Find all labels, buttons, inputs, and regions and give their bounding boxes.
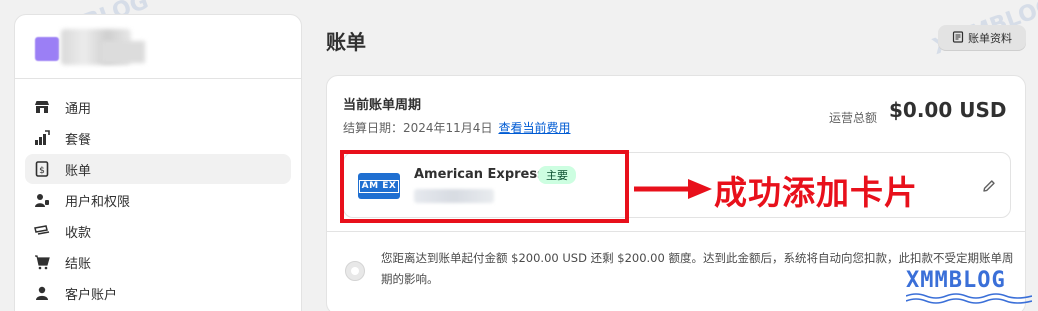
threshold-progress-indicator	[345, 261, 365, 281]
billing-date: 结算日期：2024年11月4日 查看当前费用	[343, 119, 570, 136]
sidebar-item-general[interactable]: 通用	[25, 92, 291, 122]
sidebar-item-billing[interactable]: $ 账单	[25, 154, 291, 184]
sidebar-item-label: 套餐	[65, 132, 92, 148]
sidebar-item-label: 通用	[65, 101, 92, 117]
billing-icon: $	[33, 160, 51, 178]
svg-text:$: $	[39, 166, 45, 176]
sidebar-item-label: 收款	[65, 225, 92, 241]
sidebar-item-label: 用户和权限	[65, 194, 131, 210]
page-title: 账单	[326, 30, 366, 54]
settings-sidebar: 通用 套餐 $ 账单 用户和权限 收款 结账 客户账户	[14, 14, 302, 311]
billing-profile-button[interactable]: 账单资料	[938, 25, 1026, 51]
annotation-highlight-box	[340, 150, 629, 223]
store-avatar	[35, 37, 59, 61]
divider	[327, 231, 1025, 232]
sidebar-item-label: 账单	[65, 163, 92, 179]
cart-icon	[33, 253, 51, 271]
billing-profile-label: 账单资料	[968, 32, 1012, 45]
billing-threshold-text: 您距离达到账单起付金额 $200.00 USD 还剩 $200.00 额度。达到…	[381, 251, 1014, 286]
annotation-label: 成功添加卡片	[714, 173, 918, 212]
sidebar-item-label: 结账	[65, 256, 92, 272]
users-icon	[33, 191, 51, 209]
annotation-arrow-icon	[634, 179, 712, 199]
store-name-redacted	[101, 41, 145, 63]
sidebar-item-customer-accounts[interactable]: 客户账户	[25, 278, 291, 308]
payments-icon	[33, 222, 51, 240]
settings-nav: 通用 套餐 $ 账单 用户和权限 收款 结账 客户账户	[15, 79, 301, 308]
sidebar-item-checkout[interactable]: 结账	[25, 247, 291, 277]
document-icon	[952, 30, 964, 46]
billing-date-label: 结算日期：2024年11月4日	[343, 121, 493, 135]
view-current-fees-link[interactable]: 查看当前费用	[498, 121, 570, 135]
watermark-wave-icon	[906, 293, 1032, 304]
sidebar-item-plan[interactable]: 套餐	[25, 123, 291, 153]
sidebar-item-payments[interactable]: 收款	[25, 216, 291, 246]
pencil-icon[interactable]	[980, 177, 998, 195]
total-label: 运营总额	[829, 111, 878, 125]
total-value: $0.00 USD	[889, 98, 1007, 122]
sidebar-item-users[interactable]: 用户和权限	[25, 185, 291, 215]
sidebar-item-label: 客户账户	[65, 287, 118, 303]
customer-icon	[33, 284, 51, 302]
store-icon	[33, 98, 51, 116]
store-header[interactable]	[15, 15, 301, 79]
billing-cycle-title: 当前账单周期	[343, 98, 422, 113]
plan-icon	[33, 129, 51, 147]
